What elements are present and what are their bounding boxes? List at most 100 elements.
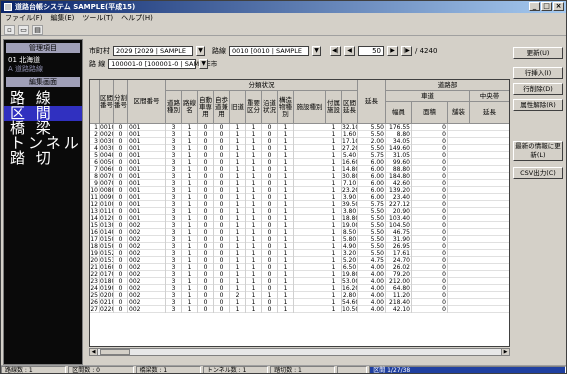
table-cell[interactable]: 1 xyxy=(182,222,198,229)
table-cell[interactable]: 1 xyxy=(230,222,246,229)
table-cell[interactable]: 1 xyxy=(230,285,246,292)
table-cell[interactable]: 1 xyxy=(326,306,342,313)
table-cell[interactable]: 0 xyxy=(114,306,128,313)
table-cell[interactable]: 3 xyxy=(166,236,182,243)
table-cell[interactable]: 0 xyxy=(114,278,128,285)
table-cell[interactable]: 4.00 xyxy=(358,285,386,292)
table-cell[interactable]: 0 xyxy=(412,243,448,250)
table-cell[interactable]: 1 xyxy=(230,243,246,250)
table-cell[interactable]: 0 xyxy=(198,285,214,292)
table-cell[interactable]: 1 xyxy=(326,215,342,222)
table-cell[interactable]: 1 xyxy=(326,243,342,250)
table-cell[interactable]: 3 xyxy=(166,201,182,208)
table-cell[interactable]: 0 xyxy=(114,208,128,215)
table-cell[interactable]: 17.10 xyxy=(342,138,358,145)
table-row[interactable]: 25 0200 0 002 3 1 0 0 2 1 1 1 1 2.80 4.00 11.20 0 xyxy=(90,292,509,299)
table-cell[interactable]: 0 xyxy=(114,166,128,173)
table-cell[interactable]: 20.90 xyxy=(386,208,412,215)
table-cell[interactable]: 0 xyxy=(412,201,448,208)
table-cell[interactable]: 0 xyxy=(214,236,230,243)
table-cell[interactable]: 0 xyxy=(412,278,448,285)
table-cell[interactable]: 1 xyxy=(278,250,294,257)
table-cell[interactable]: 3 xyxy=(166,173,182,180)
table-cell[interactable]: 0 xyxy=(262,145,278,152)
table-cell[interactable]: 3 xyxy=(166,306,182,313)
col-header-0[interactable]: 区間番号 xyxy=(100,80,114,124)
table-cell[interactable]: 1.60 xyxy=(342,131,358,138)
table-cell[interactable]: 1 xyxy=(246,236,262,243)
table-cell[interactable]: 001 xyxy=(128,124,166,131)
table-row[interactable]: 11 0090 0 001 3 1 0 0 1 1 0 1 1 3.90 6.00 23.40 0 xyxy=(90,194,509,201)
table-cell[interactable]: 5.50 xyxy=(358,145,386,152)
table-cell[interactable]: 2.00 xyxy=(358,138,386,145)
table-cell[interactable]: 0 xyxy=(114,299,128,306)
table-cell[interactable]: 1 xyxy=(278,222,294,229)
table-cell[interactable]: 1 xyxy=(246,180,262,187)
table-cell[interactable]: 0 xyxy=(214,271,230,278)
table-row[interactable]: 21 0160 0 002 3 1 0 0 1 1 0 1 1 6.50 4.00 26.02 0 xyxy=(90,264,509,271)
table-cell[interactable]: 1 xyxy=(278,299,294,306)
table-cell[interactable]: 001 xyxy=(128,201,166,208)
table-cell[interactable]: 0 xyxy=(412,264,448,271)
table-cell[interactable]: 0 xyxy=(114,180,128,187)
table-cell[interactable]: 1 xyxy=(326,264,342,271)
table-cell[interactable]: 1 xyxy=(246,166,262,173)
table-cell[interactable]: 1 xyxy=(182,292,198,299)
table-cell[interactable]: 0200 xyxy=(100,292,114,299)
table-cell[interactable]: 1 xyxy=(246,264,262,271)
table-cell[interactable]: 79.20 xyxy=(386,271,412,278)
table-cell[interactable]: 0210 xyxy=(100,299,114,306)
table-cell[interactable]: 3 xyxy=(166,271,182,278)
table-cell[interactable]: 0 xyxy=(412,159,448,166)
table-cell[interactable]: 1 xyxy=(246,215,262,222)
table-cell[interactable]: 3 xyxy=(166,257,182,264)
table-cell[interactable]: 0 xyxy=(412,250,448,257)
table-cell[interactable]: 1 xyxy=(182,236,198,243)
table-cell[interactable]: 0 xyxy=(412,173,448,180)
table-cell[interactable]: 0 xyxy=(198,215,214,222)
table-cell[interactable]: 0120 xyxy=(100,215,114,222)
table-cell[interactable]: 184.80 xyxy=(386,173,412,180)
table-cell[interactable]: 001 xyxy=(128,194,166,201)
col-header-3[interactable]: 道路種別 xyxy=(166,91,182,124)
table-cell[interactable]: 26.02 xyxy=(386,264,412,271)
table-cell[interactable]: 4.00 xyxy=(358,292,386,299)
table-cell[interactable]: 3 xyxy=(166,145,182,152)
table-cell[interactable]: 103.40 xyxy=(386,215,412,222)
table-cell[interactable]: 1 xyxy=(326,173,342,180)
update-button[interactable]: 更新(U) xyxy=(513,47,563,59)
table-cell[interactable]: 1 xyxy=(326,201,342,208)
table-cell[interactable]: 1 xyxy=(230,215,246,222)
table-cell[interactable]: 1 xyxy=(182,187,198,194)
table-cell[interactable]: 1 xyxy=(278,292,294,299)
table-cell[interactable]: 6.00 xyxy=(358,166,386,173)
table-cell[interactable]: 0110 xyxy=(100,208,114,215)
table-cell[interactable]: 0 xyxy=(198,131,214,138)
table-cell[interactable]: 1 xyxy=(230,278,246,285)
menu-file[interactable]: ファイル(F) xyxy=(5,13,43,24)
table-cell[interactable]: 0 xyxy=(214,299,230,306)
table-cell[interactable]: 1 xyxy=(182,264,198,271)
table-cell[interactable]: 0 xyxy=(214,250,230,257)
table-cell[interactable]: 0 xyxy=(262,138,278,145)
minimize-button[interactable]: _ xyxy=(529,2,540,11)
table-row[interactable]: 9 0070 0 001 3 1 0 0 1 1 0 1 1 7.10 6.00 42.60 0 xyxy=(90,180,509,187)
table-cell[interactable]: 0030 xyxy=(100,145,114,152)
table-cell[interactable]: 0 xyxy=(412,215,448,222)
table-cell[interactable]: 1 xyxy=(278,306,294,313)
col-header-12[interactable]: 付属施設 xyxy=(326,91,342,124)
table-cell[interactable]: 3 xyxy=(166,152,182,159)
table-cell[interactable]: 16.20 xyxy=(342,285,358,292)
col-header-11[interactable]: 施設種別 xyxy=(294,91,326,124)
table-cell[interactable]: 002 xyxy=(128,236,166,243)
table-cell[interactable]: 0 xyxy=(214,292,230,299)
table-cell[interactable]: 001 xyxy=(128,187,166,194)
table-cell[interactable]: 0 xyxy=(114,187,128,194)
table-cell[interactable]: 0 xyxy=(198,187,214,194)
table-cell[interactable]: 0 xyxy=(214,229,230,236)
table-cell[interactable]: 0 xyxy=(198,152,214,159)
table-cell[interactable]: 0 xyxy=(262,285,278,292)
table-cell[interactable]: 19.80 xyxy=(342,271,358,278)
table-row[interactable]: 26 0210 0 002 3 1 0 0 1 1 0 1 1 54.60 4.00 218.40 0 xyxy=(90,299,509,306)
table-cell[interactable]: 0 xyxy=(262,159,278,166)
